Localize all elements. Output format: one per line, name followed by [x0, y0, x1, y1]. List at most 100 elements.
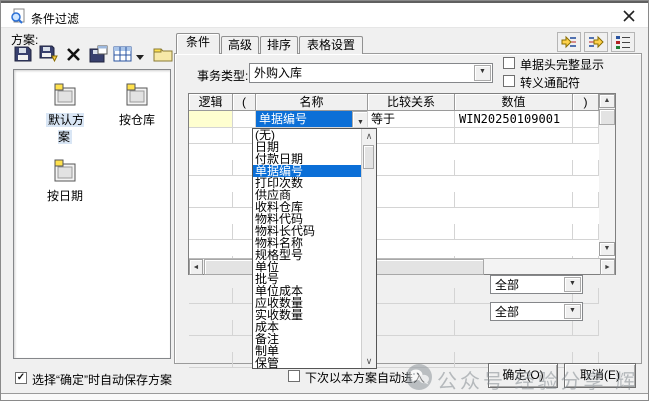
grid-empty-row[interactable] [189, 160, 599, 176]
vscroll-thumb[interactable] [599, 109, 615, 125]
dropdown-option[interactable]: 物料名称 [253, 237, 364, 249]
dropdown-option[interactable]: (无) [253, 129, 364, 141]
name-dropdown-list[interactable]: (无) 日期 付款日期 单据编号 打印次数 供应商 收料仓库 物料代码 物料长代… [252, 128, 377, 369]
dropdown-option[interactable]: 物料代码 [253, 213, 364, 225]
name-combo-value[interactable]: 单据编号 [256, 111, 352, 127]
account-flag-value: 全部 [495, 305, 519, 319]
cancel-button[interactable]: 取消(E) [564, 363, 636, 388]
dropdown-option[interactable]: 供应商 [253, 189, 364, 201]
tab-condition[interactable]: 条件 [176, 33, 220, 54]
scheme-item-default[interactable]: 默认方案 [40, 82, 90, 145]
delete-row-icon [588, 35, 604, 49]
col-header-name: 名称 [256, 94, 368, 111]
scheme-list[interactable]: 默认方案 按仓库 按日期 [13, 69, 171, 359]
cell-name[interactable]: 单据编号 [256, 111, 368, 128]
insert-condition-row-button[interactable] [557, 32, 581, 52]
account-flag-dropdown-icon[interactable] [564, 304, 581, 319]
scroll-left-icon[interactable]: ◄ [189, 259, 203, 275]
close-button[interactable] [618, 7, 640, 25]
tab-sort[interactable]: 排序 [260, 36, 298, 54]
grid-empty-row[interactable] [189, 128, 599, 144]
cell-relation[interactable]: 等于 [368, 111, 455, 128]
dropdown-option-selected[interactable]: 单据编号 [253, 165, 364, 177]
dropdown-option[interactable]: 应收数量 [253, 297, 364, 309]
scheme-folder-icon [52, 158, 78, 184]
scroll-right-icon[interactable]: ► [600, 259, 615, 275]
scheme-item-warehouse[interactable]: 按仓库 [112, 82, 162, 128]
new-folder-button[interactable] [153, 45, 173, 66]
dropdown-option[interactable]: 单位成本 [253, 285, 364, 297]
transaction-type-value: 外购入库 [254, 66, 302, 80]
scheme-item-label[interactable]: 按仓库 [117, 113, 157, 127]
dropdown-option[interactable]: 实收数量 [253, 309, 364, 321]
export-scheme-button[interactable] [89, 45, 109, 66]
dropdown-option[interactable]: 制单 [253, 345, 364, 357]
dialog-bottom-edge [1, 393, 648, 401]
next-enter-checkbox[interactable] [288, 370, 300, 382]
dropdown-option[interactable]: 日期 [253, 141, 364, 153]
col-header-relation: 比较关系 [368, 94, 455, 111]
dropdown-option[interactable]: 保管 [253, 357, 364, 369]
scheme-folder-icon [124, 82, 150, 108]
dropdown-scroll-up-icon[interactable]: ∧ [362, 129, 376, 143]
cell-close-paren[interactable] [573, 111, 599, 128]
grid-empty-row[interactable] [189, 320, 599, 336]
condition-filter-dialog: 条件过滤 方案: 默认方案 按仓库 [0, 0, 649, 401]
next-enter-label: 下次以本方案自动进入 [305, 369, 425, 386]
dropdown-option[interactable]: 打印次数 [253, 177, 364, 189]
dropdown-option[interactable]: 收料仓库 [253, 201, 364, 213]
full-header-checkbox[interactable] [503, 57, 515, 69]
account-flag-combo[interactable]: 全部 [490, 302, 583, 321]
scheme-item-label[interactable]: 按日期 [45, 189, 85, 203]
dropdown-option[interactable]: 成本 [253, 321, 364, 333]
dropdown-option[interactable]: 付款日期 [253, 153, 364, 165]
grid-view-button[interactable] [113, 45, 133, 66]
cell-open-paren[interactable] [233, 111, 256, 128]
grid-data-row[interactable]: 单据编号 等于 WIN20250109001 [189, 111, 599, 128]
dropdown-option[interactable]: 备注 [253, 333, 364, 345]
delete-condition-row-button[interactable] [584, 32, 608, 52]
insert-row-icon [561, 35, 577, 49]
dropdown-option[interactable]: 规格型号 [253, 249, 364, 261]
ok-button[interactable]: 确定(O) [488, 363, 558, 388]
grid-vscrollbar[interactable]: ▲ ▼ [599, 94, 615, 256]
autosave-checkbox[interactable] [15, 372, 27, 384]
transaction-type-combo[interactable]: 外购入库 [249, 63, 493, 83]
dropdown-scroll-thumb[interactable] [363, 145, 374, 169]
cell-value[interactable]: WIN20250109001 [455, 111, 573, 128]
full-header-label: 单据头完整显示 [520, 56, 604, 73]
audit-flag-combo[interactable]: 全部 [490, 275, 583, 294]
grid-empty-row[interactable] [189, 224, 599, 240]
grid-view-dropdown-icon[interactable] [135, 51, 145, 65]
dropdown-option[interactable]: 物料长代码 [253, 225, 364, 237]
cell-logic[interactable] [189, 111, 233, 128]
save-scheme-as-button[interactable] [39, 45, 61, 66]
dropdown-option[interactable]: 批号 [253, 273, 364, 285]
autosave-label: 选择“确定”时自动保存方案 [32, 371, 172, 388]
audit-flag-value: 全部 [495, 278, 519, 292]
tab-table-settings[interactable]: 表格设置 [299, 36, 363, 54]
delete-scheme-button[interactable] [65, 45, 83, 66]
tab-advanced[interactable]: 高级 [221, 36, 259, 54]
field-list-icon [615, 35, 631, 49]
dropdown-scroll-down-icon[interactable]: ∨ [362, 354, 376, 368]
name-combo-dropdown-icon[interactable] [352, 111, 368, 128]
filter-dialog-icon [10, 8, 26, 27]
scroll-up-icon[interactable]: ▲ [599, 94, 615, 108]
dropdown-option[interactable]: 单位 [253, 261, 364, 273]
dropdown-scrollbar[interactable]: ∧ ∨ [361, 129, 376, 368]
scroll-down-icon[interactable]: ▼ [599, 242, 615, 256]
col-header-logic: 逻辑 [189, 94, 233, 111]
grid-empty-row[interactable] [189, 192, 599, 208]
scheme-item-label[interactable]: 默认方案 [46, 113, 84, 144]
scheme-item-date[interactable]: 按日期 [40, 158, 90, 204]
audit-flag-dropdown-icon[interactable] [564, 277, 581, 292]
col-header-open-paren: ( [233, 94, 256, 111]
escape-wildcard-checkbox[interactable] [503, 75, 515, 87]
title-bar[interactable]: 条件过滤 [1, 3, 648, 28]
scheme-folder-icon [52, 82, 78, 108]
field-list-button[interactable] [611, 32, 635, 52]
transaction-type-dropdown-icon[interactable] [474, 65, 491, 81]
save-scheme-button[interactable] [13, 45, 33, 66]
escape-wildcard-label: 转义通配符 [520, 74, 580, 91]
